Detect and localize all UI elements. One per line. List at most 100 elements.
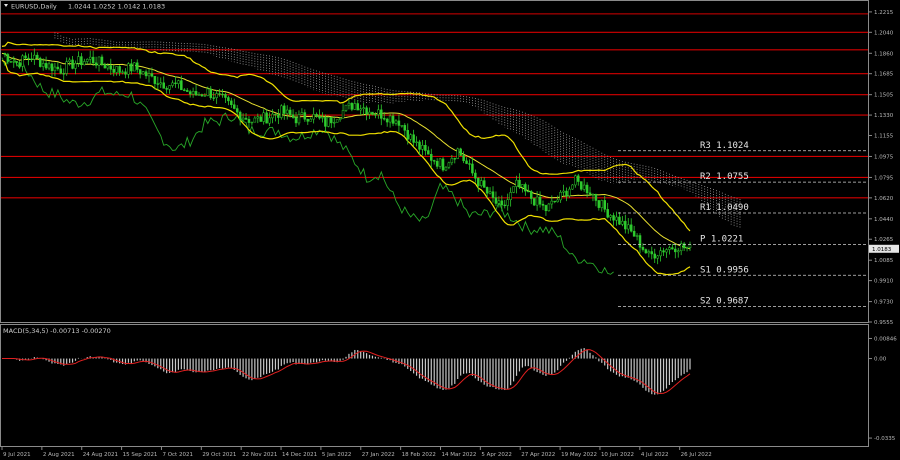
time-tick-label: 7 Oct 2021 [162, 452, 193, 458]
candle-body [106, 65, 110, 69]
candle-body [327, 117, 330, 127]
price-tick-label: 0.9555 [874, 320, 894, 326]
candle-body [509, 192, 512, 200]
candle-body [568, 188, 571, 197]
candle-body [353, 103, 357, 110]
chikou-span-line [1, 57, 614, 275]
candle-body [309, 118, 312, 122]
candle-body [162, 82, 165, 89]
price-tick-label: 0.9730 [874, 300, 894, 306]
candle-body [250, 121, 254, 124]
candle-body [597, 200, 601, 208]
price-tick-label: 1.1860 [874, 51, 894, 57]
candle-body [185, 90, 189, 92]
candle-body [397, 120, 401, 126]
candle-body [274, 113, 277, 116]
candle-body [94, 62, 98, 66]
candle-body [671, 247, 674, 250]
macd-title: MACD(5,34,5) -0.00713 -0.00270 [3, 327, 111, 335]
candle-body [447, 162, 451, 168]
candle-body [550, 200, 554, 205]
macd-histogram [2, 348, 691, 395]
candle-body [518, 179, 521, 188]
candle-body [594, 194, 598, 201]
price-tick-label: 1.0620 [874, 196, 894, 202]
candle-body [33, 54, 36, 60]
candle-body [321, 117, 324, 119]
candle-body [280, 105, 283, 118]
candle-body [632, 230, 636, 237]
candle-body [629, 224, 633, 232]
candle-body [579, 181, 583, 190]
candle-body [674, 248, 677, 253]
candle-body [621, 220, 624, 225]
candle-body [3, 53, 7, 55]
candle-body [524, 184, 527, 192]
candle-body [456, 148, 459, 159]
candle-body [394, 120, 398, 124]
candle-body [582, 184, 586, 190]
time-tick-label: 27 Apr 2022 [521, 452, 555, 458]
candle-body [612, 215, 615, 221]
candle-body [647, 251, 651, 254]
candle-body [88, 56, 92, 60]
candle-body [453, 158, 457, 160]
candle-body [165, 88, 168, 90]
candle-body [197, 94, 201, 96]
candle-body [444, 166, 448, 171]
candle-body [233, 104, 236, 109]
dropdown-arrow-icon[interactable] [4, 4, 8, 7]
current-price-label: 1.0183 [872, 247, 892, 253]
symbol-title: EURUSD,Daily [11, 3, 57, 11]
bollinger-upper-line [1, 41, 691, 232]
candle-body [141, 71, 145, 75]
candle-body [338, 118, 342, 120]
candle-body [150, 73, 154, 77]
candle-body [174, 82, 177, 85]
price-tick-label: 1.0795 [874, 175, 894, 181]
candle-body [188, 91, 192, 95]
candle-body [271, 113, 274, 119]
candle-body [485, 187, 489, 194]
candle-body [421, 145, 424, 150]
candle-body [418, 141, 421, 150]
time-tick-label: 4 Jul 2022 [641, 452, 669, 458]
macd-tick-label: -0.0335 [874, 436, 896, 442]
macd-tick-label: 0.00846 [874, 336, 897, 342]
candle-body [662, 250, 665, 253]
candle-body [409, 134, 412, 140]
time-tick-label: 10 Jun 2022 [601, 452, 634, 458]
candle-body [300, 112, 304, 115]
candle-body [291, 114, 295, 118]
candle-body [112, 69, 115, 73]
candle-body [65, 61, 68, 74]
time-tick-label: 29 Oct 2021 [202, 452, 236, 458]
candle-body [356, 103, 360, 111]
candle-body [618, 216, 621, 225]
candle-body [497, 200, 501, 204]
candle-body [238, 111, 242, 121]
candle-body [615, 216, 618, 221]
candle-body [115, 66, 118, 73]
candle-body [315, 114, 318, 117]
price-axis: 1.2215 1.2040 1.1860 1.1685 1.1505 1.1330 1.11… [869, 10, 894, 326]
price-tick-label: 1.0440 [874, 217, 894, 223]
candle-body [265, 112, 268, 124]
candle-body [603, 200, 606, 210]
candle-body [412, 134, 415, 143]
candle-body [388, 115, 392, 123]
candle-body [44, 63, 48, 69]
candle-body [415, 141, 418, 143]
candle-body [153, 75, 157, 84]
candle-body [438, 158, 442, 167]
candle-body [544, 205, 548, 212]
time-tick-label: 19 May 2022 [561, 452, 597, 458]
candle-body [479, 180, 483, 186]
time-tick-label: 15 Sep 2021 [123, 452, 158, 458]
candle-body [506, 199, 509, 206]
candle-body [588, 192, 592, 195]
candle-body [224, 94, 227, 98]
candle-body [553, 200, 557, 203]
candle-body [268, 117, 271, 124]
candle-body [432, 160, 436, 162]
